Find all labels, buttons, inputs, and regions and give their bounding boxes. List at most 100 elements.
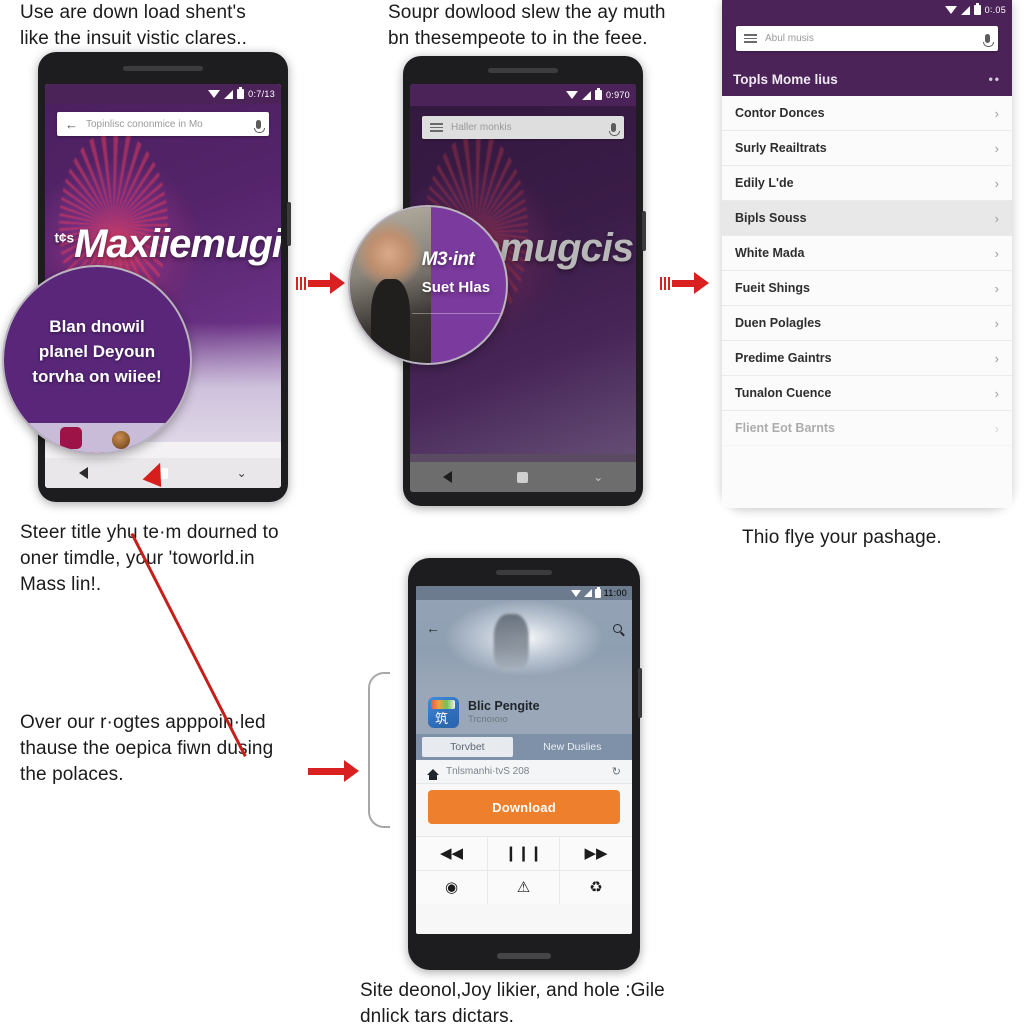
hamburger-menu-icon[interactable] — [430, 123, 443, 132]
hero-title-text: Maxiiemugicis — [74, 222, 281, 266]
arrow-shaft — [308, 279, 330, 287]
search-input-3[interactable]: Abul musis — [765, 33, 977, 44]
banner-toolbar[interactable]: ← — [416, 618, 632, 638]
chevron-right-icon: › — [994, 175, 999, 191]
arrow-motion-lines — [660, 276, 670, 290]
refresh-icon[interactable]: ↻ — [612, 765, 621, 778]
app-name: Blic Pengite — [468, 699, 540, 713]
list-item[interactable]: Duen Polagles › — [722, 306, 1012, 341]
flow-arrow-2 — [660, 272, 709, 294]
nav-back-icon[interactable] — [442, 471, 452, 483]
signal-icon — [583, 589, 592, 597]
list-item-label: Edily L'de — [735, 176, 794, 190]
list-item-label: Tunalon Cuence — [735, 386, 832, 400]
power-button-4[interactable] — [638, 668, 642, 718]
category-list[interactable]: Contor Donces › Surly Reailtrats › Edily… — [722, 96, 1012, 508]
list-item[interactable]: White Mada › — [722, 236, 1012, 271]
list-item[interactable]: Predime Gaintrs › — [722, 341, 1012, 376]
nav-recents-icon[interactable]: ⌄ — [237, 467, 247, 479]
power-button[interactable] — [287, 202, 291, 246]
list-item[interactable]: Surly Reailtrats › — [722, 131, 1012, 166]
warning-button[interactable]: ⚠ — [488, 870, 560, 904]
phone-4: 11:00 ← Blic Pengite Trcnoıoıo Torvbet N… — [408, 558, 642, 970]
hamburger-menu-icon[interactable] — [744, 34, 757, 43]
nav-back-icon[interactable] — [79, 467, 89, 479]
arrow-motion-lines — [296, 276, 306, 290]
status-bar-2: 0:970 — [410, 84, 636, 106]
zoom-callout-1: Blan dnowil planel Deyoun torvha on wiie… — [2, 265, 192, 455]
zoom-callout-1-text: Blan dnowil planel Deyoun torvha on wiie… — [32, 317, 162, 386]
chevron-right-icon: › — [994, 385, 999, 401]
tab-strip[interactable]: Torvbet New Duslies — [416, 734, 632, 760]
list-item-label: Flient Eot Barnts — [735, 421, 836, 435]
status-clock: 0:7/13 — [248, 89, 275, 99]
zoom-callout-1-strip — [4, 423, 190, 453]
arrow-head — [344, 760, 359, 782]
phone-3: 0∶.05 Abul musis Topls Mome lius •• Cont… — [722, 0, 1012, 508]
search-bar-3[interactable]: Abul musis — [736, 26, 998, 51]
signal-icon — [960, 5, 970, 15]
path-bar[interactable]: Tnlsmanhi·tvS 208 ↻ — [416, 760, 632, 784]
player-controls[interactable]: ◀◀ ❙❙❙ ▶▶ ◉ ⚠ ♻ — [416, 836, 632, 904]
home-button-4[interactable] — [497, 953, 551, 959]
list-item[interactable]: Bipls Souss › — [722, 201, 1012, 236]
swatch-red-square — [59, 427, 82, 450]
microphone-icon[interactable] — [609, 123, 620, 136]
caption-top-left: Use are down load shent's like the insui… — [20, 2, 247, 50]
chevron-right-icon: › — [994, 105, 999, 121]
download-button[interactable]: Download — [428, 790, 620, 824]
person-photo — [350, 207, 432, 363]
rewind-button[interactable]: ◀◀ — [416, 836, 488, 870]
home-icon[interactable] — [427, 768, 439, 780]
search-input-1[interactable]: Topinlisc cononmice in Mo — [86, 119, 248, 130]
flow-arrow-1 — [296, 272, 345, 294]
search-input-2[interactable]: Haller monkis — [451, 122, 603, 133]
list-item[interactable]: Flient Eot Barnts › — [722, 411, 1012, 446]
loop-button[interactable]: ♻ — [560, 870, 632, 904]
chevron-right-icon: › — [994, 210, 999, 226]
overflow-menu-icon[interactable]: •• — [989, 72, 1001, 86]
search-icon[interactable] — [613, 623, 622, 633]
status-bar-4: 11:00 — [416, 586, 632, 600]
tab-downloads[interactable]: Torvbet — [422, 737, 513, 757]
list-item-label: Surly Reailtrats — [735, 141, 827, 155]
artist-banner — [416, 600, 632, 690]
download-area: Download — [416, 790, 632, 824]
flow-arrow-3 — [308, 760, 359, 782]
app-info-text: Blic Pengite Trcnoıoıo — [468, 699, 540, 725]
pause-icon: ❙❙❙ — [504, 844, 543, 862]
record-button[interactable]: ◉ — [416, 870, 488, 904]
android-nav-bar-2[interactable]: ⌄ — [410, 462, 636, 492]
microphone-icon[interactable] — [983, 34, 994, 47]
power-button-2[interactable] — [642, 211, 646, 251]
microphone-icon[interactable] — [254, 119, 265, 133]
list-item[interactable]: Edily L'de › — [722, 166, 1012, 201]
status-bar-3: 0∶.05 — [722, 0, 1012, 20]
search-bar-2[interactable]: Haller monkis — [422, 116, 624, 139]
nav-recents-icon[interactable]: ⌄ — [593, 471, 603, 483]
app-info-row: Blic Pengite Trcnoıoıo — [416, 690, 632, 734]
status-bar-1: 0:7/13 — [45, 84, 281, 104]
zoom-callout-2-divider — [412, 313, 503, 315]
back-arrow-icon[interactable]: ← — [65, 118, 78, 131]
nav-home-icon[interactable] — [516, 471, 528, 483]
pause-button[interactable]: ❙❙❙ — [488, 836, 560, 870]
app-subtitle: Trcnoıoıo — [468, 714, 508, 725]
list-item-label: Bipls Souss — [735, 211, 807, 225]
list-item[interactable]: Fueit Shings › — [722, 271, 1012, 306]
list-item[interactable]: Contor Donces › — [722, 96, 1012, 131]
search-bar-1[interactable]: ← Topinlisc cononmice in Mo — [57, 112, 269, 136]
wifi-icon — [944, 6, 957, 14]
illustration-canvas: Use are down load shent's like the insui… — [0, 0, 1024, 1027]
fast-forward-button[interactable]: ▶▶ — [560, 836, 632, 870]
back-arrow-icon[interactable]: ← — [426, 620, 440, 636]
path-left-group: Tnlsmanhi·tvS 208 — [427, 766, 529, 780]
list-item[interactable]: Tunalon Cuence › — [722, 376, 1012, 411]
tab-new-duslies[interactable]: New Duslies — [513, 734, 632, 760]
chevron-right-icon: › — [994, 315, 999, 331]
grouping-bracket — [368, 672, 390, 828]
list-section-header: Topls Mome lius •• — [722, 62, 1012, 96]
zoom-callout-2-subtitle: Suet Hlas — [421, 278, 491, 296]
rewind-icon: ◀◀ — [439, 844, 464, 862]
loop-icon: ♻ — [589, 878, 603, 896]
